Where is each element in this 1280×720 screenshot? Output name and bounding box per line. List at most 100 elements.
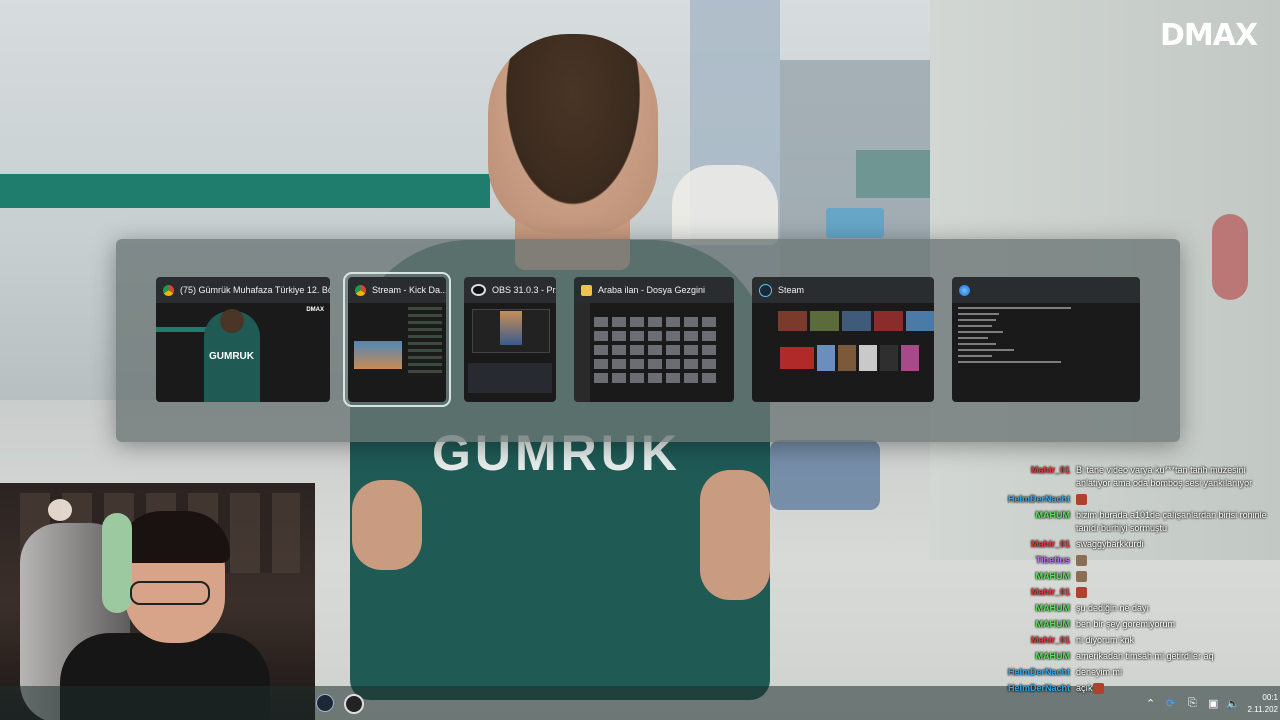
headset	[102, 513, 132, 613]
chat-username[interactable]: MAHUM	[1000, 570, 1071, 583]
thumb-file-grid	[594, 317, 716, 383]
chat-username[interactable]: HelmDerNacht	[1000, 493, 1070, 506]
chat-message: Mahir_01 swaggybarkkurdi	[1000, 538, 1280, 551]
chat-text	[1076, 586, 1280, 599]
chat-text	[1076, 570, 1280, 583]
chat-text-content: swaggybarkkurdi	[1076, 539, 1144, 549]
chat-overlay: Mahir_01 Bi tane video varya ku***tan tar…	[1000, 464, 1280, 698]
dmax-logo: DMAX	[1160, 18, 1258, 53]
switcher-window-terminal[interactable]	[952, 277, 1140, 402]
chat-text: ni diyorum knk	[1076, 634, 1280, 647]
thumb-game-row	[778, 345, 919, 371]
window-thumbnail: GUMRUK DMAX	[156, 303, 330, 402]
chat-message: MAHUM amerikadan timsah mi getirdiler aq	[1000, 650, 1280, 663]
obs-taskbar-icon[interactable]	[344, 694, 364, 714]
chat-text: amerikadan timsah mi getirdiler aq	[1076, 650, 1280, 663]
window-titlebar: (75) Gümrük Muhafaza Türkiye 12. Böl...	[156, 277, 330, 303]
tray-sync-icon[interactable]: ⟳	[1166, 697, 1175, 710]
thumb-video	[354, 341, 402, 369]
clock-date: 2.11.202	[1247, 705, 1278, 714]
thumb-sidebar	[574, 303, 590, 402]
switcher-window-youtube[interactable]: (75) Gümrük Muhafaza Türkiye 12. Böl... …	[156, 277, 330, 402]
chat-text: bizim burada a101de çalışanlardan birisi…	[1076, 509, 1280, 535]
steam-taskbar-icon[interactable]	[316, 694, 334, 712]
chat-text: şu dediğin ne dayı	[1076, 602, 1280, 615]
tray-usb-icon[interactable]: ⎘	[1188, 697, 1197, 710]
window-title: Stream - Kick Da...	[372, 285, 446, 295]
window-titlebar: Steam	[752, 277, 934, 303]
chat-message: Tibetius	[1000, 554, 1280, 567]
window-titlebar: OBS 31.0.3 - Pr...	[464, 277, 556, 303]
switcher-window-steam[interactable]: Steam	[752, 277, 934, 402]
window-titlebar: Araba ilan - Dosya Gezgini	[574, 277, 734, 303]
thumb-game-row	[778, 311, 934, 331]
chat-text: ben bir şey goremiyorum	[1076, 618, 1280, 631]
chat-message: MAHUM şu dediğin ne dayı	[1000, 602, 1280, 615]
chat-username[interactable]: Tibetius	[1000, 554, 1070, 567]
chat-username[interactable]: MAHUM	[1000, 650, 1071, 663]
folder-icon	[581, 284, 592, 296]
chat-username[interactable]: HelmDerNacht	[1000, 666, 1070, 679]
switcher-window-explorer[interactable]: Araba ilan - Dosya Gezgini	[574, 277, 734, 402]
chat-text-content: ben bir şey goremiyorum	[1076, 619, 1176, 629]
globe-icon	[959, 284, 970, 296]
chat-text-content: bizim burada a101de çalışanlardan birisi…	[1076, 510, 1267, 533]
chat-message: Mahir_01 Bi tane video varya ku***tan tar…	[1000, 464, 1280, 490]
chat-username[interactable]: HelmDerNacht	[1000, 682, 1070, 695]
chat-message: MAHUM ben bir şey goremiyorum	[1000, 618, 1280, 631]
chrome-icon	[163, 284, 174, 296]
chat-username[interactable]: MAHUM	[1000, 602, 1071, 615]
thumb-dock	[468, 363, 552, 393]
person-arm	[700, 470, 770, 600]
chat-text	[1076, 493, 1280, 506]
background-monitor	[826, 208, 884, 238]
wall-stripe	[0, 174, 490, 208]
chat-username[interactable]: Mahir_01	[1000, 634, 1070, 647]
chat-username[interactable]: MAHUM	[1000, 618, 1071, 631]
chat-text-content: ni diyorum knk	[1076, 635, 1135, 645]
thumb-shirt-text: GUMRUK	[209, 351, 254, 362]
chat-username[interactable]: MAHUM	[1000, 509, 1071, 535]
cam-lamp	[48, 499, 72, 521]
tray-network-icon[interactable]: ▣	[1208, 697, 1218, 710]
window-title: Steam	[778, 285, 805, 295]
chat-username[interactable]: Mahir_01	[1000, 464, 1070, 490]
chat-text-content: amerikadan timsah mi getirdiler aq	[1076, 651, 1214, 661]
waiting-chairs	[770, 440, 880, 510]
emote-icon	[1076, 571, 1087, 583]
chat-message: HelmDerNacht açık	[1000, 682, 1280, 695]
thumb-stripe	[156, 327, 206, 332]
switcher-window-obs[interactable]: OBS 31.0.3 - Pr...	[464, 277, 556, 402]
background-person	[672, 165, 778, 245]
chat-message: MAHUM	[1000, 570, 1280, 583]
thumb-logo: DMAX	[306, 307, 324, 313]
thumb-poster	[500, 311, 522, 345]
chat-username[interactable]: Mahir_01	[1000, 538, 1070, 551]
chat-text-content: açık	[1076, 683, 1093, 693]
tray-chevron-icon[interactable]: ⌃	[1146, 697, 1155, 710]
switcher-window-kick[interactable]: Stream - Kick Da...	[343, 272, 451, 407]
window-thumbnail	[752, 303, 934, 402]
window-title: (75) Gümrük Muhafaza Türkiye 12. Böl...	[180, 285, 330, 295]
emote-icon	[1076, 494, 1087, 506]
chat-text: açık	[1076, 682, 1280, 695]
window-thumbnail	[464, 303, 556, 402]
chat-text-content: Bi tane video varya ku***tan tarih muzes…	[1076, 465, 1253, 488]
tray-volume-icon[interactable]: 🔈	[1226, 697, 1240, 710]
person-arm	[352, 480, 422, 570]
chat-message: Mahir_01	[1000, 586, 1280, 599]
window-thumbnail	[574, 303, 734, 402]
glasses	[130, 581, 210, 605]
person-head	[488, 34, 658, 234]
emote-icon	[1076, 555, 1087, 567]
window-titlebar	[952, 277, 1140, 303]
window-titlebar: Stream - Kick Da...	[348, 277, 446, 303]
chat-text-content: deneyim mi	[1076, 667, 1123, 677]
chat-username[interactable]: Mahir_01	[1000, 586, 1070, 599]
chat-text: swaggybarkkurdi	[1076, 538, 1280, 551]
steam-icon	[759, 283, 772, 297]
wall-sign	[1212, 214, 1248, 300]
window-thumbnail	[348, 303, 446, 402]
chat-message: Mahir_01 ni diyorum knk	[1000, 634, 1280, 647]
chat-message: HelmDerNacht	[1000, 493, 1280, 506]
